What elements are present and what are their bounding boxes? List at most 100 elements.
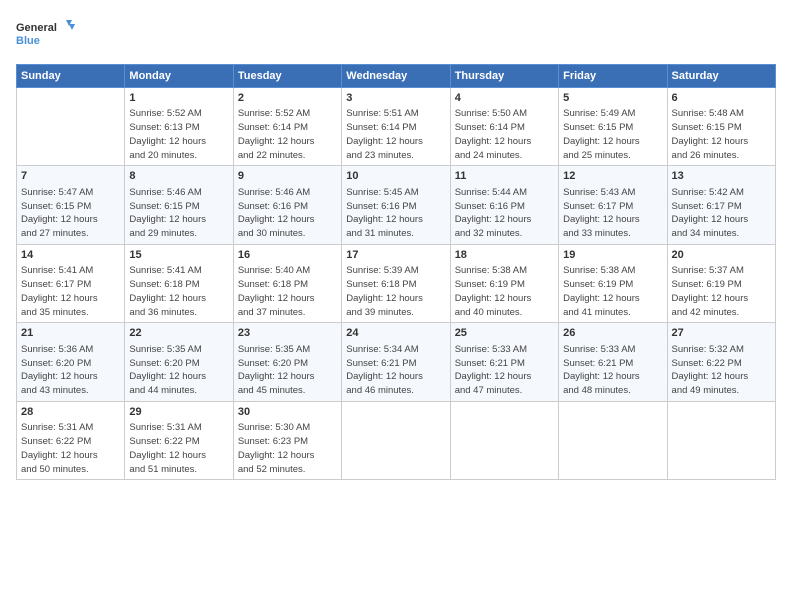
col-header-tuesday: Tuesday: [233, 65, 341, 88]
day-info: Sunrise: 5:41 AM Sunset: 6:17 PM Dayligh…: [21, 264, 120, 319]
day-number: 6: [672, 91, 771, 106]
week-row-1: 1Sunrise: 5:52 AM Sunset: 6:13 PM Daylig…: [17, 88, 776, 166]
day-cell-17: 17Sunrise: 5:39 AM Sunset: 6:18 PM Dayli…: [342, 244, 450, 322]
day-info: Sunrise: 5:48 AM Sunset: 6:15 PM Dayligh…: [672, 107, 771, 162]
day-info: Sunrise: 5:38 AM Sunset: 6:19 PM Dayligh…: [455, 264, 554, 319]
day-cell-25: 25 Sunrise: 5:33 AM Sunset: 6:21 PM Dayli…: [450, 323, 558, 401]
day-info: Sunrise: 5:33 AM Sunset: 6:21 PM Dayligh…: [455, 343, 554, 398]
svg-text:Blue: Blue: [16, 35, 40, 47]
day-info: Sunrise: 5:41 AM Sunset: 6:18 PM Dayligh…: [129, 264, 228, 319]
day-number: 14: [21, 248, 120, 263]
week-row-4: 21 Sunrise: 5:36 AM Sunset: 6:20 PM Dayli…: [17, 323, 776, 401]
day-info: Sunrise: 5:35 AM Sunset: 6:20 PM Dayligh…: [238, 343, 337, 398]
day-number: 15: [129, 248, 228, 263]
day-cell-27: 27 Sunrise: 5:32 AM Sunset: 6:22 PM Dayli…: [667, 323, 775, 401]
day-cell-21: 21 Sunrise: 5:36 AM Sunset: 6:20 PM Dayli…: [17, 323, 125, 401]
day-number: 28: [21, 405, 120, 420]
day-info: Sunrise: 5:31 AM Sunset: 6:22 PM Dayligh…: [21, 421, 120, 476]
day-info: Sunrise: 5:31 AM Sunset: 6:22 PM Dayligh…: [129, 421, 228, 476]
col-header-friday: Friday: [559, 65, 667, 88]
day-cell-18: 18Sunrise: 5:38 AM Sunset: 6:19 PM Dayli…: [450, 244, 558, 322]
svg-text:General: General: [16, 22, 57, 34]
day-cell-5: 5Sunrise: 5:49 AM Sunset: 6:15 PM Daylig…: [559, 88, 667, 166]
day-cell-6: 6Sunrise: 5:48 AM Sunset: 6:15 PM Daylig…: [667, 88, 775, 166]
day-cell-14: 14Sunrise: 5:41 AM Sunset: 6:17 PM Dayli…: [17, 244, 125, 322]
day-info: Sunrise: 5:33 AM Sunset: 6:21 PM Dayligh…: [563, 343, 662, 398]
week-row-3: 14Sunrise: 5:41 AM Sunset: 6:17 PM Dayli…: [17, 244, 776, 322]
day-number: 22: [129, 326, 228, 341]
day-info: Sunrise: 5:34 AM Sunset: 6:21 PM Dayligh…: [346, 343, 445, 398]
day-cell-9: 9Sunrise: 5:46 AM Sunset: 6:16 PM Daylig…: [233, 166, 341, 244]
day-cell-1: 1Sunrise: 5:52 AM Sunset: 6:13 PM Daylig…: [125, 88, 233, 166]
logo-svg: General Blue: [16, 16, 76, 56]
day-info: Sunrise: 5:42 AM Sunset: 6:17 PM Dayligh…: [672, 186, 771, 241]
day-number: 27: [672, 326, 771, 341]
day-info: Sunrise: 5:37 AM Sunset: 6:19 PM Dayligh…: [672, 264, 771, 319]
col-header-thursday: Thursday: [450, 65, 558, 88]
day-number: 10: [346, 169, 445, 184]
day-number: 30: [238, 405, 337, 420]
col-header-wednesday: Wednesday: [342, 65, 450, 88]
logo: General Blue: [16, 16, 76, 56]
day-cell-2: 2Sunrise: 5:52 AM Sunset: 6:14 PM Daylig…: [233, 88, 341, 166]
day-number: 18: [455, 248, 554, 263]
day-number: 21: [21, 326, 120, 341]
page-header: General Blue: [16, 16, 776, 56]
day-cell-20: 20Sunrise: 5:37 AM Sunset: 6:19 PM Dayli…: [667, 244, 775, 322]
empty-cell: [559, 401, 667, 479]
day-info: Sunrise: 5:46 AM Sunset: 6:15 PM Dayligh…: [129, 186, 228, 241]
day-cell-4: 4Sunrise: 5:50 AM Sunset: 6:14 PM Daylig…: [450, 88, 558, 166]
day-cell-29: 29Sunrise: 5:31 AM Sunset: 6:22 PM Dayli…: [125, 401, 233, 479]
day-info: Sunrise: 5:32 AM Sunset: 6:22 PM Dayligh…: [672, 343, 771, 398]
empty-cell: [450, 401, 558, 479]
day-cell-28: 28Sunrise: 5:31 AM Sunset: 6:22 PM Dayli…: [17, 401, 125, 479]
day-cell-24: 24 Sunrise: 5:34 AM Sunset: 6:21 PM Dayli…: [342, 323, 450, 401]
day-info: Sunrise: 5:36 AM Sunset: 6:20 PM Dayligh…: [21, 343, 120, 398]
day-number: 7: [21, 169, 120, 184]
day-info: Sunrise: 5:47 AM Sunset: 6:15 PM Dayligh…: [21, 186, 120, 241]
day-info: Sunrise: 5:38 AM Sunset: 6:19 PM Dayligh…: [563, 264, 662, 319]
day-number: 11: [455, 169, 554, 184]
day-info: Sunrise: 5:44 AM Sunset: 6:16 PM Dayligh…: [455, 186, 554, 241]
day-info: Sunrise: 5:51 AM Sunset: 6:14 PM Dayligh…: [346, 107, 445, 162]
day-cell-30: 30Sunrise: 5:30 AM Sunset: 6:23 PM Dayli…: [233, 401, 341, 479]
day-number: 13: [672, 169, 771, 184]
day-cell-11: 11 Sunrise: 5:44 AM Sunset: 6:16 PM Dayli…: [450, 166, 558, 244]
day-number: 16: [238, 248, 337, 263]
day-info: Sunrise: 5:50 AM Sunset: 6:14 PM Dayligh…: [455, 107, 554, 162]
day-info: Sunrise: 5:49 AM Sunset: 6:15 PM Dayligh…: [563, 107, 662, 162]
day-cell-13: 13 Sunrise: 5:42 AM Sunset: 6:17 PM Dayli…: [667, 166, 775, 244]
day-number: 24: [346, 326, 445, 341]
day-number: 25: [455, 326, 554, 341]
empty-cell: [667, 401, 775, 479]
day-cell-26: 26 Sunrise: 5:33 AM Sunset: 6:21 PM Dayli…: [559, 323, 667, 401]
day-cell-7: 7 Sunrise: 5:47 AM Sunset: 6:15 PM Daylig…: [17, 166, 125, 244]
day-cell-19: 19Sunrise: 5:38 AM Sunset: 6:19 PM Dayli…: [559, 244, 667, 322]
day-number: 17: [346, 248, 445, 263]
week-row-5: 28Sunrise: 5:31 AM Sunset: 6:22 PM Dayli…: [17, 401, 776, 479]
empty-cell: [17, 88, 125, 166]
day-info: Sunrise: 5:35 AM Sunset: 6:20 PM Dayligh…: [129, 343, 228, 398]
col-header-saturday: Saturday: [667, 65, 775, 88]
week-row-2: 7 Sunrise: 5:47 AM Sunset: 6:15 PM Daylig…: [17, 166, 776, 244]
day-cell-22: 22 Sunrise: 5:35 AM Sunset: 6:20 PM Dayli…: [125, 323, 233, 401]
day-number: 9: [238, 169, 337, 184]
day-number: 3: [346, 91, 445, 106]
day-number: 4: [455, 91, 554, 106]
day-number: 8: [129, 169, 228, 184]
day-info: Sunrise: 5:43 AM Sunset: 6:17 PM Dayligh…: [563, 186, 662, 241]
col-header-sunday: Sunday: [17, 65, 125, 88]
day-info: Sunrise: 5:30 AM Sunset: 6:23 PM Dayligh…: [238, 421, 337, 476]
day-cell-15: 15Sunrise: 5:41 AM Sunset: 6:18 PM Dayli…: [125, 244, 233, 322]
day-cell-3: 3Sunrise: 5:51 AM Sunset: 6:14 PM Daylig…: [342, 88, 450, 166]
col-header-monday: Monday: [125, 65, 233, 88]
day-number: 2: [238, 91, 337, 106]
day-number: 26: [563, 326, 662, 341]
header-row: SundayMondayTuesdayWednesdayThursdayFrid…: [17, 65, 776, 88]
day-info: Sunrise: 5:45 AM Sunset: 6:16 PM Dayligh…: [346, 186, 445, 241]
day-number: 12: [563, 169, 662, 184]
day-info: Sunrise: 5:40 AM Sunset: 6:18 PM Dayligh…: [238, 264, 337, 319]
day-number: 5: [563, 91, 662, 106]
day-number: 29: [129, 405, 228, 420]
day-number: 1: [129, 91, 228, 106]
